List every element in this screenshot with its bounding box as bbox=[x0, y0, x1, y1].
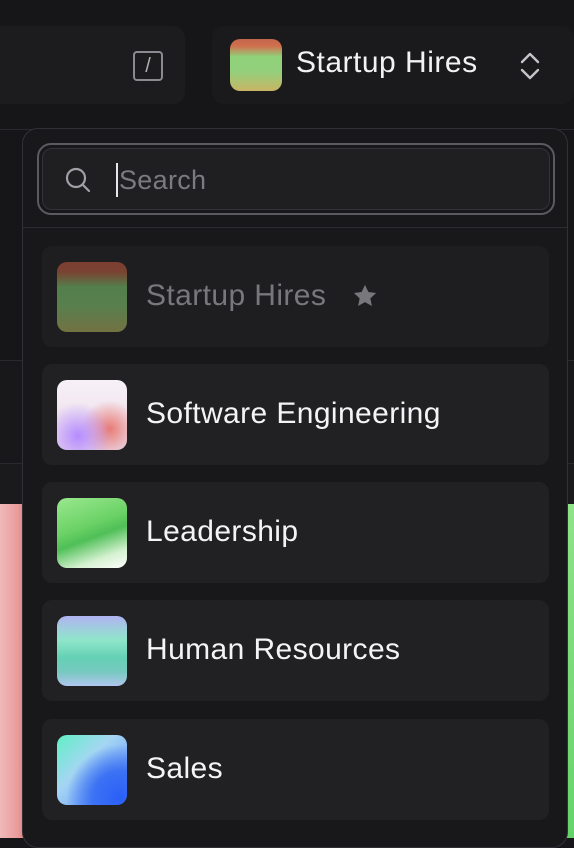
workspace-item-leadership[interactable]: Leadership bbox=[42, 482, 549, 583]
workspace-item-human-resources[interactable]: Human Resources bbox=[42, 600, 549, 701]
workspace-thumbnail bbox=[57, 616, 127, 686]
workspace-item-label: Human Resources bbox=[146, 633, 400, 667]
workspace-switcher-thumbnail bbox=[230, 39, 282, 91]
slash-shortcut-key: / bbox=[133, 51, 163, 81]
workspace-switcher-label: Startup Hires bbox=[296, 46, 478, 80]
search-icon bbox=[63, 165, 93, 195]
workspace-item-software-engineering[interactable]: Software Engineering bbox=[42, 364, 549, 465]
text-caret bbox=[116, 163, 118, 197]
workspace-item-startup-hires[interactable]: Startup Hires bbox=[42, 246, 549, 347]
workspace-thumbnail bbox=[57, 380, 127, 450]
search-focus-ring bbox=[37, 143, 555, 215]
star-icon bbox=[351, 282, 379, 310]
workspace-item-label: Startup Hires bbox=[146, 279, 326, 313]
workspace-dropdown: Startup Hires Software Engineering Leade… bbox=[22, 128, 568, 848]
chevron-up-down-icon[interactable] bbox=[518, 48, 542, 84]
workspace-item-sales[interactable]: Sales bbox=[42, 719, 549, 820]
workspace-item-label: Sales bbox=[146, 752, 223, 786]
workspace-thumbnail bbox=[57, 262, 127, 332]
divider bbox=[23, 227, 567, 228]
workspace-item-label: Software Engineering bbox=[146, 397, 441, 431]
search-box[interactable] bbox=[42, 148, 550, 210]
workspace-item-label: Leadership bbox=[146, 515, 298, 549]
workspace-thumbnail bbox=[57, 735, 127, 805]
workspace-thumbnail bbox=[57, 498, 127, 568]
search-input[interactable] bbox=[119, 157, 519, 203]
